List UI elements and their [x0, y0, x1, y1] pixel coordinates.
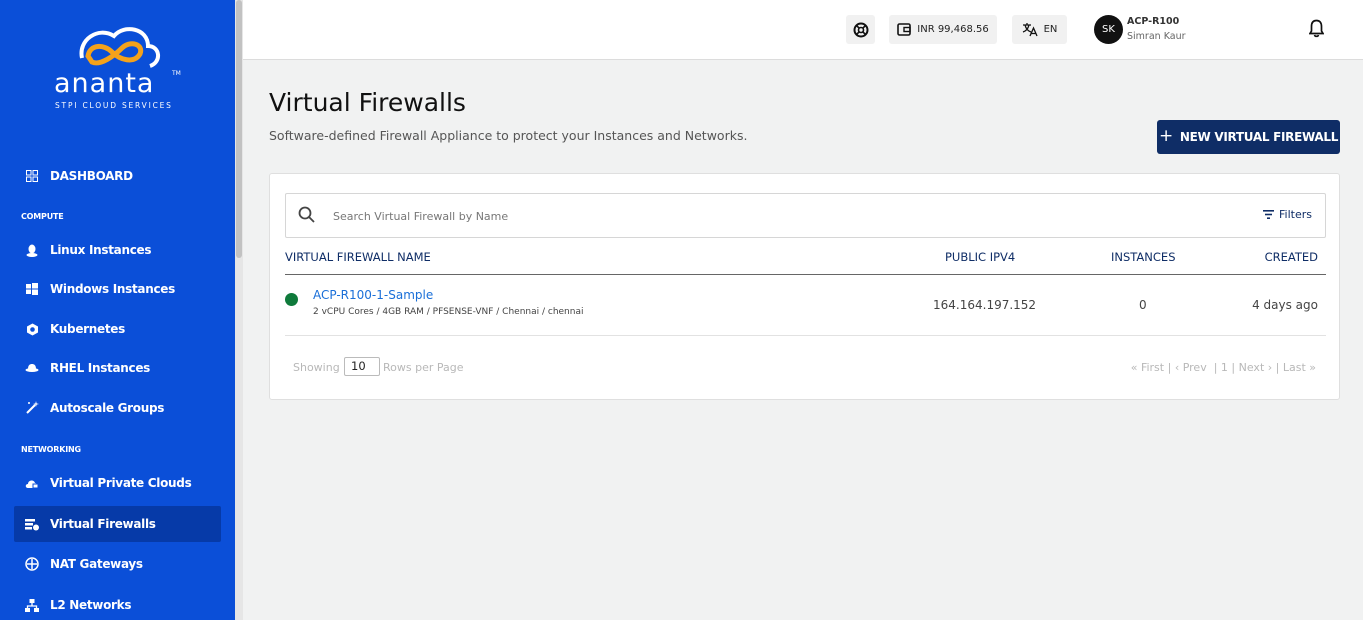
firewall-spec: 2 vCPU Cores / 4GB RAM / PFSENSE-VNF / C…	[313, 307, 584, 317]
firewall-icon	[24, 516, 40, 532]
lifebuoy-icon	[853, 22, 868, 37]
sidebar-item-nat-gateways[interactable]: NAT Gateways	[14, 546, 221, 582]
brand-tm: TM	[172, 70, 181, 77]
column-header-instances[interactable]: INSTANCES	[1111, 250, 1176, 264]
firewall-list-card: Filters VIRTUAL FIREWALL NAME PUBLIC IPV…	[269, 173, 1340, 400]
avatar[interactable]: SK	[1094, 15, 1123, 44]
top-header: INR 99,468.56 EN SK ACP-R100 Simran Kaur	[243, 0, 1363, 60]
redhat-icon	[24, 360, 40, 376]
user-name: Simran Kaur	[1127, 31, 1186, 42]
pagination: « First | ‹ Prev | 1 | Next › | Last »	[1131, 361, 1316, 374]
magic-wand-icon	[24, 400, 40, 416]
bell-icon[interactable]	[1309, 19, 1324, 38]
sidebar-item-label: Linux Instances	[50, 243, 152, 257]
sidebar-item-autoscale-groups[interactable]: Autoscale Groups	[14, 390, 221, 426]
pager-separator: |	[1210, 361, 1221, 374]
section-networking: NETWORKING	[21, 445, 81, 454]
sidebar-item-rhel-instances[interactable]: RHEL Instances	[14, 350, 221, 386]
sidebar-item-label: NAT Gateways	[50, 557, 143, 571]
brand-name: ananta	[54, 68, 155, 99]
last-page-link[interactable]: Last »	[1283, 361, 1316, 374]
brand-tagline: STPI CLOUD SERVICES	[55, 101, 173, 110]
sidebar-item-label: RHEL Instances	[50, 361, 151, 375]
account-id: ACP-R100	[1127, 16, 1180, 27]
search-box: Filters	[285, 193, 1326, 238]
sidebar-item-virtual-private-clouds[interactable]: Virtual Private Clouds	[14, 465, 221, 501]
sidebar-item-linux-instances[interactable]: Linux Instances	[14, 232, 221, 268]
wallet-balance: INR 99,468.56	[917, 24, 989, 35]
network-icon	[24, 597, 40, 613]
new-button-label: NEW VIRTUAL FIREWALL	[1179, 130, 1339, 144]
sidebar-item-label: L2 Networks	[50, 598, 132, 612]
status-running-indicator	[285, 293, 298, 306]
column-header-ipv4[interactable]: PUBLIC IPV4	[945, 250, 1015, 264]
sidebar-item-dashboard[interactable]: DASHBOARD	[14, 158, 221, 194]
column-header-created[interactable]: CREATED	[1265, 250, 1318, 264]
row-divider	[285, 335, 1326, 336]
filter-icon	[1263, 210, 1275, 219]
next-page-link[interactable]: Next ›	[1239, 361, 1273, 374]
gateway-icon	[24, 556, 40, 572]
support-button[interactable]	[846, 15, 875, 44]
search-input[interactable]	[333, 206, 1233, 226]
translate-icon	[1022, 23, 1038, 37]
column-header-name[interactable]: VIRTUAL FIREWALL NAME	[285, 250, 431, 264]
dashboard-icon	[24, 168, 40, 184]
plus-icon: +	[1158, 126, 1173, 146]
firewall-ipv4: 164.164.197.152	[933, 298, 1037, 312]
cloud-lock-icon	[24, 475, 40, 491]
prev-page-link[interactable]: ‹ Prev	[1175, 361, 1207, 374]
rows-per-page-select[interactable]: 10	[344, 357, 380, 376]
sidebar-item-l2-networks[interactable]: L2 Networks	[14, 587, 221, 620]
header-divider	[285, 274, 1326, 275]
new-virtual-firewall-button[interactable]: + NEW VIRTUAL FIREWALL	[1157, 120, 1340, 154]
language-button[interactable]: EN	[1012, 15, 1067, 44]
language-label: EN	[1043, 24, 1058, 35]
showing-label: Showing	[293, 361, 340, 374]
page-title: Virtual Firewalls	[269, 88, 466, 117]
sidebar-item-windows-instances[interactable]: Windows Instances	[14, 271, 221, 307]
sidebar-item-label: Virtual Firewalls	[50, 517, 156, 531]
sidebar-item-label: Virtual Private Clouds	[50, 476, 192, 490]
linux-icon	[24, 242, 40, 258]
current-page: 1	[1220, 361, 1228, 374]
pager-separator: |	[1231, 361, 1239, 374]
first-page-link[interactable]: « First	[1131, 361, 1164, 374]
sidebar-item-virtual-firewalls[interactable]: Virtual Firewalls	[14, 506, 221, 542]
sidebar: ananta TM STPI CLOUD SERVICES DASHBOARD …	[0, 0, 235, 620]
page-subtitle: Software-defined Firewall Appliance to p…	[269, 128, 748, 143]
filters-button[interactable]: Filters	[1263, 208, 1312, 221]
sidebar-item-label: DASHBOARD	[50, 169, 133, 183]
firewall-created: 4 days ago	[1252, 298, 1318, 312]
firewall-name-link[interactable]: ACP-R100-1-Sample	[313, 288, 433, 302]
rows-per-page-label: Rows per Page	[383, 361, 464, 374]
sidebar-scroll-thumb[interactable]	[236, 0, 242, 258]
sidebar-item-label: Windows Instances	[50, 282, 175, 296]
pager-separator: |	[1167, 361, 1175, 374]
wallet-balance-button[interactable]: INR 99,468.56	[889, 15, 997, 44]
filters-label: Filters	[1279, 208, 1312, 221]
sidebar-item-label: Kubernetes	[50, 322, 125, 336]
section-compute: COMPUTE	[21, 212, 64, 221]
pager-separator: |	[1275, 361, 1283, 374]
search-icon	[298, 206, 315, 223]
windows-icon	[24, 281, 40, 297]
sidebar-item-label: Autoscale Groups	[50, 401, 165, 415]
firewall-instances: 0	[1139, 298, 1147, 312]
sidebar-item-kubernetes[interactable]: Kubernetes	[14, 311, 221, 347]
kubernetes-icon	[24, 321, 40, 337]
wallet-icon	[897, 23, 912, 36]
